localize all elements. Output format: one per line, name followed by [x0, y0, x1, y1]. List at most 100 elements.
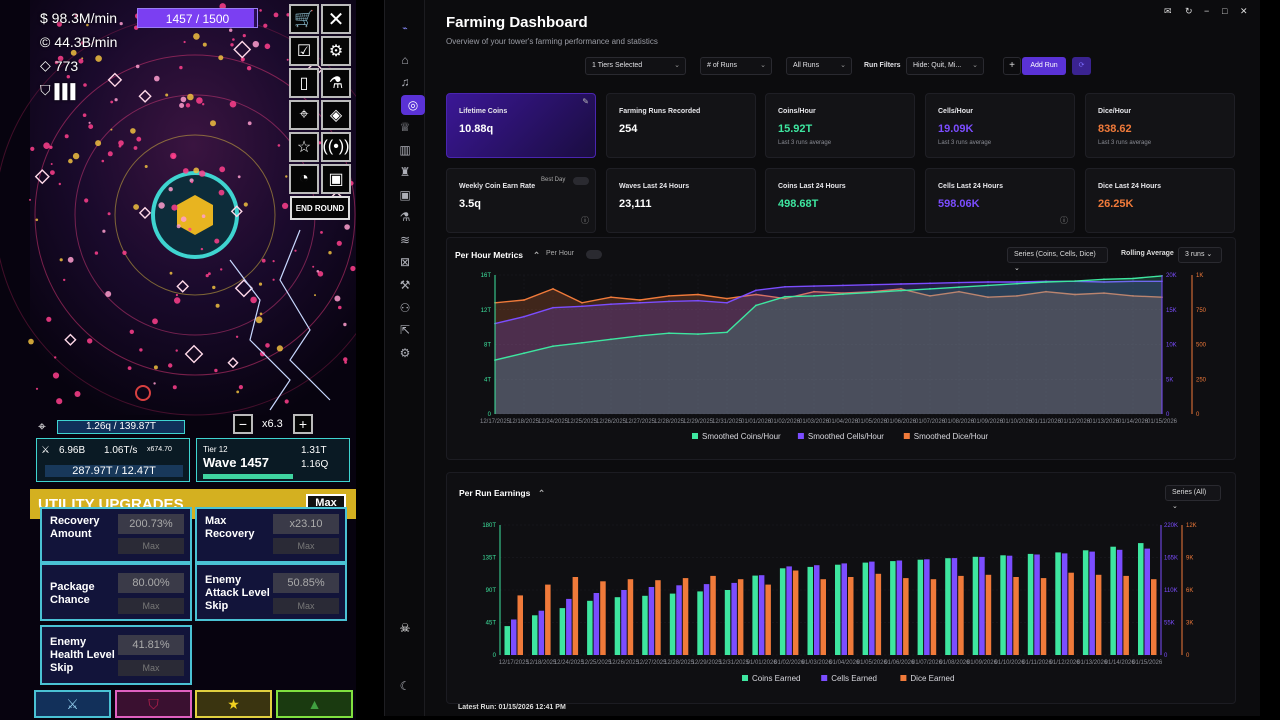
chart-icon[interactable]: ▥: [397, 142, 413, 158]
upgrade-max[interactable]: Max: [118, 660, 184, 676]
x-tick-label: 01/12/2026: [1050, 660, 1081, 666]
refresh-button[interactable]: ⟳: [1072, 57, 1091, 75]
utility-tab[interactable]: ★: [195, 690, 272, 718]
lab-flask-button[interactable]: ⚗: [321, 68, 351, 98]
chevron-up-icon[interactable]: ⌃: [538, 488, 545, 499]
trophy-icon[interactable]: ♕: [397, 119, 413, 135]
tick-label: 90T: [486, 588, 497, 594]
close-button[interactable]: ✕: [321, 4, 351, 34]
data-point: [610, 338, 612, 341]
all-runs-select[interactable]: All Runs ⌄: [786, 57, 852, 75]
tower-icon[interactable]: ♜: [397, 164, 413, 180]
gear-icon[interactable]: ⚙: [397, 345, 413, 361]
farming-icon[interactable]: ◎: [401, 95, 425, 115]
per-run-series-select[interactable]: Series (All) ⌄: [1165, 485, 1221, 510]
defense-tab[interactable]: ⛉: [115, 690, 192, 718]
enemy: [238, 385, 243, 390]
enemy: [130, 128, 136, 134]
bar: [951, 558, 958, 655]
enemy: [88, 124, 94, 129]
stats-button[interactable]: ◔: [289, 164, 319, 194]
end-round-button[interactable]: END ROUND: [290, 196, 350, 220]
enemy: [171, 204, 178, 211]
add-icon-button[interactable]: +: [1003, 57, 1021, 75]
attack-tab[interactable]: ⚔: [34, 690, 111, 718]
runs-select[interactable]: # of Runs ⌄: [700, 57, 772, 75]
add-run-button[interactable]: Add Run: [1022, 57, 1066, 75]
tick-label: 16T: [481, 273, 492, 279]
enemy: [314, 294, 316, 297]
coin-multiplier: x674.70: [147, 446, 172, 453]
bar: [642, 595, 648, 655]
target-button[interactable]: ⌖: [289, 100, 319, 130]
bell-icon[interactable]: ♫: [397, 74, 413, 90]
module-button[interactable]: ◈: [321, 100, 351, 130]
grid-icon[interactable]: ⊠: [397, 254, 413, 270]
restore-icon[interactable]: ↻: [1185, 6, 1193, 17]
data-point: [552, 306, 554, 309]
settings-gear-button[interactable]: ⚙: [321, 36, 351, 66]
wrench-icon[interactable]: ⚒: [397, 277, 413, 293]
upgrade-recovery-amount[interactable]: Recovery Amount 200.73% Max: [40, 507, 192, 563]
tick-label: 0: [1164, 653, 1168, 659]
card-value: 838.62: [1098, 123, 1132, 135]
edit-icon[interactable]: ✎: [582, 97, 589, 106]
enemy: [66, 75, 71, 79]
enemy: [29, 198, 31, 201]
upgrade-max-recovery[interactable]: Max Recovery x23.10 Max: [195, 507, 347, 563]
upgrade-enemy-attack-skip[interactable]: Enemy Attack Level Skip 50.85% Max: [195, 563, 347, 621]
enemy: [205, 274, 209, 278]
enemy: [236, 390, 240, 394]
tiers-select[interactable]: 1 Tiers Selected ⌄: [585, 57, 686, 75]
speed-decrease-button[interactable]: −: [233, 414, 253, 434]
speed-increase-button[interactable]: +: [293, 414, 313, 434]
hide-filter-select[interactable]: Hide: Quit, Mi... ⌄: [906, 57, 984, 75]
card-button[interactable]: ▯: [289, 68, 319, 98]
enemy: [110, 100, 114, 104]
home-icon[interactable]: ⌂: [397, 52, 413, 68]
external-link-icon[interactable]: ⇱: [397, 322, 413, 338]
x-tick-label: 01/02/2026: [770, 419, 801, 425]
enemy: [316, 270, 320, 273]
close-icon[interactable]: ✕: [1240, 6, 1248, 17]
ultimate-tab[interactable]: ▲: [276, 690, 353, 718]
relic-button[interactable]: ▣: [321, 164, 351, 194]
minimize-icon[interactable]: −: [1204, 6, 1209, 16]
signal-button[interactable]: ((•)): [321, 132, 351, 162]
tier-label: Tier 12: [203, 445, 228, 454]
data-point: [639, 301, 641, 304]
per-hour-chart: 0 4T 8T 12T 16T 0 5K 10K 15K 20K 0 250 500 750 1K 12/17…: [480, 273, 1207, 441]
maximize-icon[interactable]: □: [1222, 6, 1227, 16]
bar: [1061, 553, 1068, 655]
rolling-select[interactable]: 3 runs ⌄: [1178, 247, 1222, 263]
bar: [765, 584, 771, 655]
info-icon[interactable]: ⓘ: [581, 215, 589, 226]
upgrade-max[interactable]: Max: [273, 598, 339, 614]
flask-icon[interactable]: ⚗: [397, 209, 413, 225]
data-point: [581, 305, 583, 308]
upgrade-package-chance[interactable]: Package Chance 80.00% Max: [40, 563, 192, 621]
module-icon[interactable]: ▣: [397, 187, 413, 203]
best-day-toggle[interactable]: [573, 177, 589, 185]
layers-icon[interactable]: ≋: [397, 232, 413, 248]
mail-icon[interactable]: ✉: [1164, 6, 1172, 17]
checklist-button[interactable]: ☑: [289, 36, 319, 66]
upgrade-max[interactable]: Max: [118, 598, 184, 614]
enemy: [259, 9, 262, 12]
star-button[interactable]: ☆: [289, 132, 319, 162]
upgrade-max[interactable]: Max: [273, 538, 339, 554]
info-icon[interactable]: ⓘ: [1060, 215, 1068, 226]
series-select[interactable]: Series (Coins, Cells, Dice) ⌄: [1007, 247, 1108, 272]
shop-cart-button[interactable]: 🛒: [289, 4, 319, 34]
coin-rate: © 44.3B/min: [40, 34, 118, 50]
enemy: [165, 93, 169, 97]
upgrade-max[interactable]: Max: [118, 538, 184, 554]
bar: [566, 598, 572, 655]
moon-icon[interactable]: ☾: [397, 678, 413, 694]
upgrade-enemy-health-skip[interactable]: Enemy Health Level Skip 41.81% Max: [40, 625, 192, 685]
chevron-up-icon[interactable]: ⌃: [533, 250, 540, 261]
users-icon[interactable]: ⚇: [397, 300, 413, 316]
x-tick-label: 01/07/2026: [915, 419, 946, 425]
latest-run-label: Latest Run: 01/15/2026 12:41 PM: [458, 704, 566, 711]
per-hour-toggle[interactable]: [586, 250, 602, 259]
